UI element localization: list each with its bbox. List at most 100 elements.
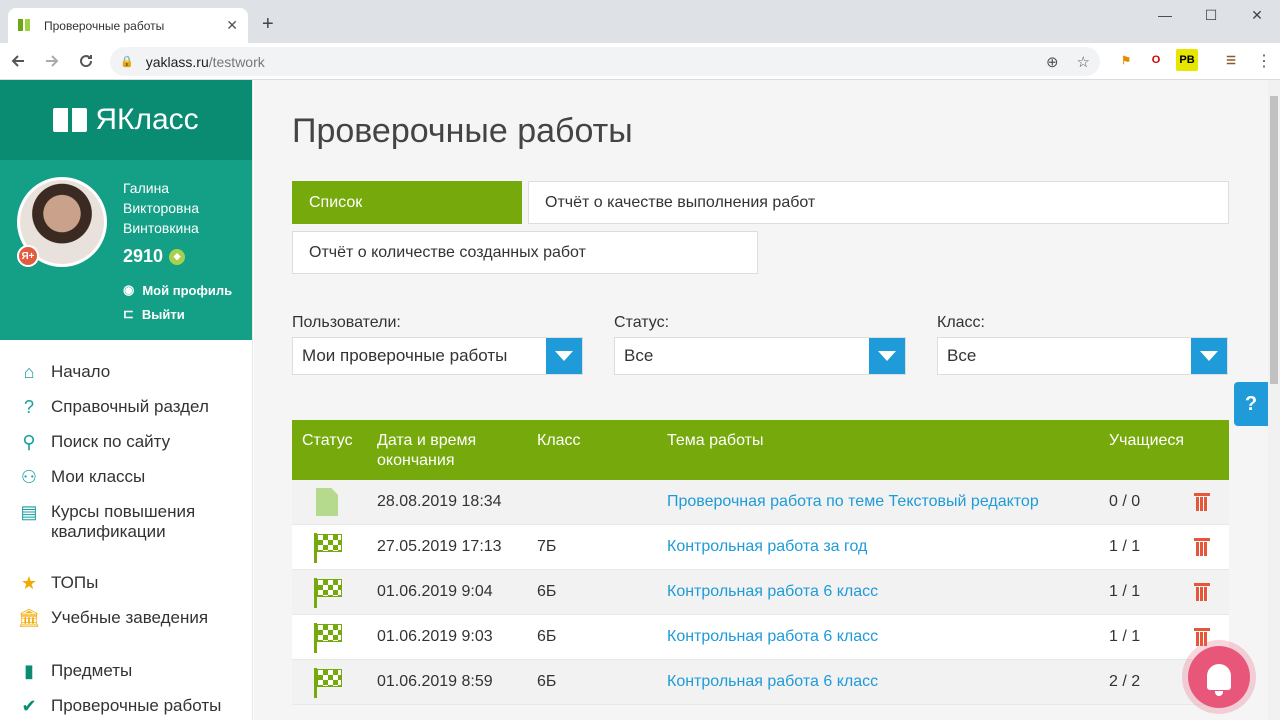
chevron-down-icon[interactable] — [1191, 338, 1227, 374]
url-path: /testwork — [208, 53, 265, 70]
brand-logo[interactable]: ЯКласс — [0, 80, 252, 160]
table-row: 27.05.2019 17:13 7Б Контрольная работа з… — [292, 525, 1229, 570]
forward-button[interactable] — [36, 45, 68, 77]
header-class[interactable]: Класс — [537, 431, 581, 451]
gem-icon: ◆ — [169, 248, 186, 265]
bookmark-star-icon[interactable]: ☆ — [1077, 53, 1090, 71]
logout-label: Выйти — [141, 306, 185, 322]
header-students[interactable]: Учащиеся — [1109, 431, 1184, 451]
my-profile-link[interactable]: ◉ Мой профиль — [123, 282, 232, 298]
close-window-button[interactable]: ✕ — [1234, 0, 1280, 30]
header-date[interactable]: Дата и время окончания — [377, 431, 507, 471]
sidebar-item-tests[interactable]: ✔ Проверочные работы — [0, 696, 252, 718]
back-button[interactable] — [2, 45, 34, 77]
extension-pb-icon[interactable]: PB — [1176, 49, 1198, 71]
sidebar-item-tops[interactable]: ★ ТОПы — [0, 573, 252, 595]
sidebar-item-home[interactable]: ⌂ Начало — [0, 362, 252, 384]
topic-link[interactable]: Контрольная работа 6 класс — [667, 673, 878, 691]
sidebar-item-search[interactable]: ⚲ Поиск по сайту — [0, 432, 252, 454]
table-row: 01.06.2019 8:59 6Б Контрольная работа 6 … — [292, 660, 1229, 705]
class-select[interactable]: Все — [937, 337, 1228, 375]
extension-burger-icon[interactable]: ☰ — [1220, 49, 1242, 71]
book-icon: ▮ — [24, 661, 34, 681]
logout-link[interactable]: ⊏ Выйти — [123, 306, 185, 322]
table-header: Статус Дата и время окончания Класс Тема… — [292, 420, 1229, 480]
chevron-down-icon[interactable] — [546, 338, 582, 374]
sidebar-item-label: Предметы — [51, 661, 133, 680]
check-circle-icon: ✔ — [21, 696, 37, 716]
sidebar-item-reference[interactable]: ? Справочный раздел — [0, 397, 252, 419]
delete-button[interactable] — [1194, 626, 1210, 646]
status-cell — [312, 578, 342, 608]
user-name: Галина Викторовна Винтовкина — [123, 180, 200, 236]
topic-link[interactable]: Контрольная работа 6 класс — [667, 583, 878, 601]
help-button[interactable]: ? — [1234, 382, 1268, 426]
sidebar-item-subjects[interactable]: ▮ Предметы — [0, 661, 252, 683]
yaklass-favicon-icon — [18, 18, 34, 33]
tab-close-icon[interactable]: ✕ — [226, 17, 238, 34]
sidebar-item-my-classes[interactable]: ⚇ Мои классы — [0, 467, 252, 489]
extension-opera-icon[interactable]: O — [1145, 49, 1167, 71]
topic-link[interactable]: Проверочная работа по теме Текстовый ред… — [667, 493, 1039, 511]
page-scrollbar[interactable] — [1268, 80, 1280, 720]
class-cell: 6Б — [537, 628, 557, 645]
tab-quality-report[interactable]: Отчёт о качестве выполнения работ — [528, 181, 1229, 224]
building-icon: 🏛 — [17, 608, 41, 628]
students-cell: 1 / 1 — [1109, 583, 1141, 600]
menu-spacer — [0, 555, 252, 573]
topic-link[interactable]: Контрольная работа 6 класс — [667, 628, 878, 646]
new-tab-button[interactable]: + — [262, 13, 274, 36]
sidebar-item-label: Поиск по сайту — [51, 432, 171, 451]
browser-menu-icon[interactable]: ⋮ — [1256, 51, 1272, 71]
notifications-button[interactable] — [1188, 646, 1250, 708]
status-select[interactable]: Все — [614, 337, 906, 375]
tests-table: Статус Дата и время окончания Класс Тема… — [292, 420, 1229, 705]
points-counter: 2910 ◆ — [123, 246, 186, 267]
header-status[interactable]: Статус — [302, 431, 353, 451]
finish-flag-icon — [312, 533, 342, 563]
forward-arrow-icon — [46, 55, 59, 67]
address-bar[interactable]: 🔒 yaklass.ru/testwork ⊕ ☆ — [110, 47, 1100, 76]
tab-list[interactable]: Список — [292, 181, 522, 224]
bell-icon — [1207, 664, 1231, 696]
tab-count-report[interactable]: Отчёт о количестве созданных работ — [292, 231, 758, 274]
delete-button[interactable] — [1194, 491, 1210, 511]
topic-link[interactable]: Контрольная работа за год — [667, 538, 867, 556]
students-cell: 0 / 0 — [1109, 493, 1141, 510]
sidebar-item-label: Курсы повышения квалификации — [51, 502, 196, 541]
header-topic[interactable]: Тема работы — [667, 431, 763, 451]
menu-spacer — [0, 643, 252, 661]
scrollbar-thumb[interactable] — [1270, 96, 1278, 384]
finish-flag-icon — [312, 668, 342, 698]
sidebar-item-label: Проверочные работы — [51, 696, 222, 715]
logout-icon: ⊏ — [123, 306, 134, 321]
delete-button[interactable] — [1194, 536, 1210, 556]
back-arrow-icon — [11, 55, 24, 67]
class-filter-label: Класс: — [937, 314, 985, 331]
browser-tab[interactable]: Проверочные работы ✕ — [8, 8, 248, 43]
users-select[interactable]: Мои проверочные работы — [292, 337, 583, 375]
browser-toolbar: 🔒 yaklass.ru/testwork ⊕ ☆ ⚑ O PB ☰ ⋮ — [0, 43, 1280, 80]
points-value: 2910 — [123, 246, 164, 266]
maximize-button[interactable]: ☐ — [1188, 0, 1234, 30]
date-cell: 01.06.2019 9:04 — [377, 583, 493, 600]
user-circle-icon: ◉ — [123, 282, 135, 297]
class-select-value: Все — [947, 346, 977, 365]
sidebar-menu: ⌂ Начало ? Справочный раздел ⚲ Поиск по … — [0, 340, 252, 718]
url-host: yaklass.ru — [145, 53, 209, 70]
draft-document-icon — [316, 488, 338, 516]
window-controls: — ☐ ✕ — [1142, 0, 1280, 30]
users-filter-label: Пользователи: — [292, 314, 401, 331]
date-cell: 01.06.2019 9:03 — [377, 628, 493, 645]
extension-off-icon[interactable]: ⚑ — [1115, 49, 1137, 71]
minimize-button[interactable]: — — [1142, 0, 1188, 30]
table-row: 01.06.2019 9:04 6Б Контрольная работа 6 … — [292, 570, 1229, 615]
delete-button[interactable] — [1194, 581, 1210, 601]
reload-button[interactable] — [70, 45, 102, 77]
sidebar-item-courses[interactable]: ▤ Курсы повышения квалификации — [0, 502, 252, 542]
sidebar-item-institutions[interactable]: 🏛 Учебные заведения — [0, 608, 252, 630]
chevron-down-icon[interactable] — [869, 338, 905, 374]
trash-icon — [1194, 626, 1210, 646]
add-icon[interactable]: ⊕ — [1046, 53, 1059, 71]
status-filter-label: Статус: — [614, 314, 670, 331]
